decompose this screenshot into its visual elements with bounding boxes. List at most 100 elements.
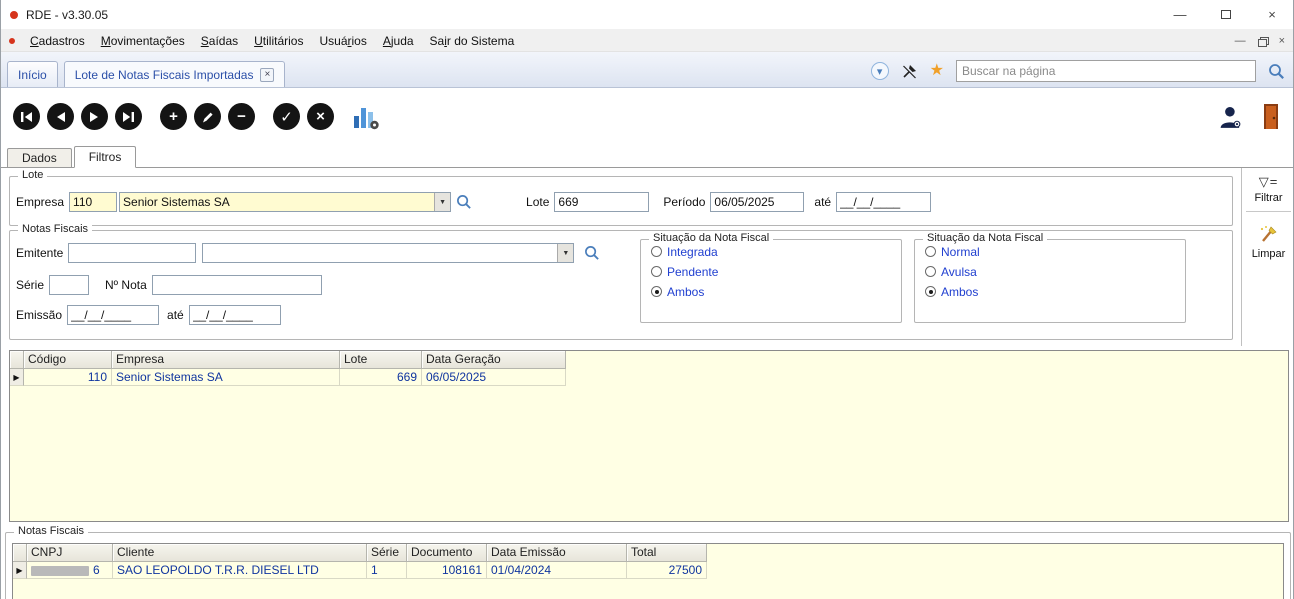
radio-icon (925, 246, 936, 257)
emitente-lookup-button[interactable] (584, 245, 600, 261)
user-icon[interactable] (1219, 105, 1243, 129)
mdi-app-icon (9, 37, 15, 44)
radio-pendente[interactable]: Pendente (651, 263, 901, 280)
empresa-lookup-button[interactable] (456, 194, 472, 210)
menu-ajuda[interactable]: Ajuda (375, 32, 422, 50)
edit-record-button[interactable] (194, 103, 221, 130)
group-title: Lote (18, 169, 48, 181)
header-indicator (13, 544, 27, 562)
filters-panel: Lote Empresa ▼ Lote Período a (1, 168, 1293, 346)
magnifier-icon (585, 246, 600, 260)
next-record-button[interactable] (81, 103, 108, 130)
favorites-star-icon[interactable]: ★ (930, 63, 944, 79)
minimize-button[interactable]: — (1157, 0, 1203, 30)
prev-record-button[interactable] (47, 103, 74, 130)
mdi-window-controls: — × (1235, 35, 1285, 47)
radio-ambos[interactable]: Ambos (651, 283, 901, 300)
menu-sair-do-sistema[interactable]: Sair do Sistema (422, 32, 523, 50)
header-serie[interactable]: Série (367, 544, 407, 562)
filtrar-button[interactable]: ▽= Filtrar (1242, 168, 1293, 204)
radio-label: Avulsa (941, 264, 977, 279)
table-row[interactable]: ▶ 110 Senior Sistemas SA 669 06/05/2025 (10, 369, 1288, 386)
delete-record-button[interactable]: − (228, 103, 255, 130)
header-lote[interactable]: Lote (340, 351, 422, 369)
header-codigo[interactable]: Código (24, 351, 112, 369)
radio-label: Ambos (667, 284, 705, 299)
document-tabstrip: Início Lote de Notas Fiscais Importadas … (1, 52, 1293, 88)
menu-cadastros[interactable]: Cadastros (22, 32, 93, 50)
lotes-grid-header: Código Empresa Lote Data Geração (10, 351, 1288, 369)
emissao-input[interactable] (67, 305, 160, 325)
header-cliente[interactable]: Cliente (113, 544, 367, 562)
mdi-close-button[interactable]: × (1279, 35, 1285, 47)
notas-grid: CNPJ Cliente Série Documento Data Emissã… (12, 543, 1284, 599)
limpar-button[interactable]: Limpar (1242, 219, 1293, 260)
nota-input[interactable] (151, 275, 322, 295)
cell-serie: 1 (367, 562, 407, 579)
tab-lote-notas-fiscais-importadas[interactable]: Lote de Notas Fiscais Importadas × (63, 61, 286, 87)
menu-utilitarios[interactable]: Utilitários (246, 32, 311, 50)
emitente-combo[interactable]: ▼ (202, 243, 575, 263)
header-data-emissao[interactable]: Data Emissão (487, 544, 627, 562)
periodo-label: Período (663, 195, 706, 209)
periodo-ate-input[interactable] (836, 192, 932, 212)
empresa-name-input[interactable] (119, 192, 452, 212)
situacao-integracao-group: Situação da Nota Fiscal Integrada Penden… (640, 232, 902, 323)
row-indicator-icon: ▶ (10, 369, 24, 386)
notas-fiscais-group: Notas Fiscais CNPJ Cliente Série Documen… (5, 525, 1291, 599)
tab-dados[interactable]: Dados (7, 148, 72, 167)
page-search-input[interactable] (956, 60, 1256, 82)
exit-door-icon[interactable] (1261, 103, 1281, 130)
close-button[interactable]: × (1249, 0, 1293, 30)
first-record-button[interactable] (13, 103, 40, 130)
emitente-code-input[interactable] (68, 243, 197, 263)
add-record-button[interactable]: + (160, 103, 187, 130)
dropdown-arrow-icon[interactable]: ▼ (557, 244, 574, 262)
header-data-geracao[interactable]: Data Geração (422, 351, 566, 369)
tab-inicio[interactable]: Início (7, 61, 58, 87)
record-toolbar: + − ✓ × (1, 88, 1293, 145)
funnel-icon: ▽ (1258, 174, 1270, 189)
tab-close-icon[interactable]: × (260, 67, 275, 82)
bar-chart-gear-icon (354, 107, 379, 129)
emitente-name-input[interactable] (202, 243, 575, 263)
cancel-button[interactable]: × (307, 103, 334, 130)
radio-avulsa[interactable]: Avulsa (925, 263, 1185, 280)
empresa-code-input[interactable] (69, 192, 118, 212)
radio-icon (651, 286, 662, 297)
tab-filtros[interactable]: Filtros (73, 146, 137, 168)
tab-list-dropdown-icon[interactable]: ▾ (870, 62, 889, 80)
page-tabs: Dados Filtros (1, 145, 1293, 168)
serie-input[interactable] (49, 275, 90, 295)
lote-input[interactable] (554, 192, 650, 212)
menu-usuarios[interactable]: Usuários (311, 32, 374, 50)
lote-group: Lote Empresa ▼ Lote Período a (9, 169, 1233, 226)
header-documento[interactable]: Documento (407, 544, 487, 562)
header-total[interactable]: Total (627, 544, 707, 562)
maximize-button[interactable] (1203, 0, 1249, 30)
menu-movimentacoes[interactable]: Movimentações (93, 32, 193, 50)
tabstrip-tools: ▾ ★ (870, 60, 1291, 82)
table-row[interactable]: ▶ 6 SAO LEOPOLDO T.R.R. DIESEL LTD 1 108… (13, 562, 1283, 579)
last-record-button[interactable] (115, 103, 142, 130)
header-empresa[interactable]: Empresa (112, 351, 340, 369)
redacted-cnpj (31, 565, 89, 576)
radio-ambos[interactable]: Ambos (925, 283, 1185, 300)
next-icon (90, 111, 98, 122)
confirm-button[interactable]: ✓ (273, 103, 300, 130)
empresa-combo[interactable]: ▼ (119, 192, 452, 212)
button-label: Limpar (1251, 248, 1286, 260)
search-icon[interactable] (1268, 63, 1285, 80)
menu-saidas[interactable]: Saídas (193, 32, 246, 50)
mdi-minimize-button[interactable]: — (1235, 35, 1246, 47)
header-indicator (10, 351, 24, 369)
unpin-icon[interactable] (901, 63, 918, 80)
header-cnpj[interactable]: CNPJ (27, 544, 113, 562)
radio-integrada[interactable]: Integrada (651, 243, 901, 260)
radio-normal[interactable]: Normal (925, 243, 1185, 260)
periodo-input[interactable] (710, 192, 805, 212)
chart-settings-button[interactable] (352, 103, 380, 131)
emissao-ate-input[interactable] (188, 305, 281, 325)
dropdown-arrow-icon[interactable]: ▼ (434, 193, 451, 211)
mdi-restore-button[interactable] (1257, 36, 1269, 47)
